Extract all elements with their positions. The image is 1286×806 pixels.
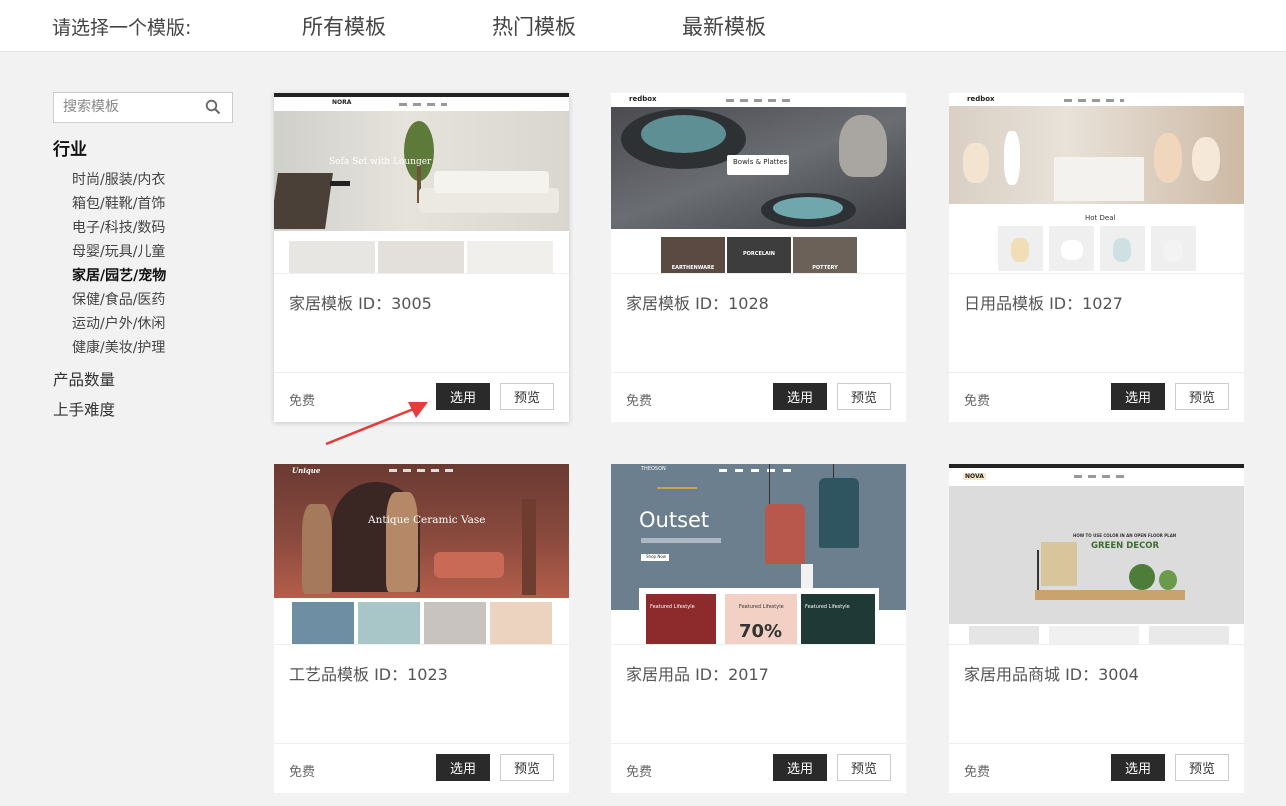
template-select-prompt: 请选择一个模版: <box>52 17 192 39</box>
thumb-category-label: POTTERY <box>812 265 838 271</box>
template-title: 家居模板 ID：3005 <box>289 294 432 313</box>
use-template-button[interactable]: 选用 <box>773 383 827 410</box>
thumb-hero-text: GREEN DECOR <box>1091 541 1160 551</box>
use-template-button[interactable]: 选用 <box>773 754 827 781</box>
tab-all-templates[interactable]: 所有模板 <box>302 11 386 41</box>
tab-hot-templates[interactable]: 热门模板 <box>492 11 576 41</box>
top-bar: 请选择一个模版: 所有模板 热门模板 最新模板 <box>0 0 1286 52</box>
template-price: 免费 <box>964 394 991 409</box>
template-thumbnail[interactable]: NOVA HOW TO USE COLOR IN AN OPEN FLOOR P… <box>949 464 1244 645</box>
template-card[interactable]: redbox Bowls & Plattes EARTHENWARE PORCE… <box>611 93 906 422</box>
template-price: 免费 <box>626 765 653 780</box>
thumb-hero-text: Sofa Set with Lounger <box>329 157 432 167</box>
search-icon[interactable] <box>205 99 221 115</box>
industry-heading: 行业 <box>53 140 87 160</box>
preview-template-button[interactable]: 预览 <box>1175 754 1229 781</box>
preview-template-button[interactable]: 预览 <box>500 383 554 410</box>
preview-template-button[interactable]: 预览 <box>1175 383 1229 410</box>
search-box <box>53 92 233 123</box>
template-title: 工艺品模板 ID：1023 <box>289 665 448 684</box>
template-price: 免费 <box>289 394 316 409</box>
thumb-category-label: EARTHENWARE <box>671 265 715 271</box>
thumb-logo: redbox <box>629 95 657 103</box>
template-price: 免费 <box>964 765 991 780</box>
template-title: 日用品模板 ID：1027 <box>964 294 1123 313</box>
annotation-arrow-icon <box>325 402 428 446</box>
industry-item-health-food[interactable]: 保健/食品/医药 <box>72 288 233 312</box>
template-card[interactable]: NORA Sofa Set with Lounger 家居模板 ID：3005 … <box>274 93 569 422</box>
industry-item-home-garden[interactable]: 家居/园艺/宠物 <box>72 264 233 288</box>
preview-template-button[interactable]: 预览 <box>500 754 554 781</box>
industry-item-sports[interactable]: 运动/户外/休闲 <box>72 312 233 336</box>
industry-item-electronics[interactable]: 电子/科技/数码 <box>72 216 233 240</box>
thumb-hero-text: Bowls & Plattes <box>733 158 788 166</box>
industry-list: 时尚/服装/内衣 箱包/鞋靴/首饰 电子/科技/数码 母婴/玩具/儿童 家居/园… <box>72 168 233 360</box>
thumb-category-label: PORCELAIN <box>743 251 775 257</box>
sidebar: 行业 时尚/服装/内衣 箱包/鞋靴/首饰 电子/科技/数码 母婴/玩具/儿童 家… <box>53 92 233 423</box>
thumb-promo-label: Featured Lifestyle <box>805 604 850 610</box>
filter-difficulty[interactable]: 上手难度 <box>53 398 233 423</box>
thumb-hero-text: Antique Ceramic Vase <box>368 514 486 526</box>
industry-item-baby-toys[interactable]: 母婴/玩具/儿童 <box>72 240 233 264</box>
thumb-promo-discount: 70% <box>739 621 783 642</box>
industry-item-fashion[interactable]: 时尚/服装/内衣 <box>72 168 233 192</box>
filter-product-count[interactable]: 产品数量 <box>53 368 233 393</box>
thumb-logo: redbox <box>967 95 995 103</box>
search-input[interactable] <box>54 93 203 120</box>
thumb-hero-small: HOW TO USE COLOR IN AN OPEN FLOOR PLAN <box>1073 533 1177 538</box>
thumb-button-label: Shop Now <box>646 554 667 559</box>
use-template-button[interactable]: 选用 <box>436 383 490 410</box>
thumb-hero-text: Outset <box>639 508 710 532</box>
template-thumbnail[interactable]: redbox Bowls & Plattes EARTHENWARE PORCE… <box>611 93 906 274</box>
use-template-button[interactable]: 选用 <box>1111 383 1165 410</box>
thumb-logo: Unique <box>292 466 321 475</box>
use-template-button[interactable]: 选用 <box>436 754 490 781</box>
thumb-logo: NOVA <box>963 473 986 480</box>
template-thumbnail[interactable]: Unique Antique Ceramic Vase <box>274 464 569 645</box>
template-thumbnail[interactable]: THEOSON Outset Shop Now Featured Lifesty… <box>611 464 906 645</box>
template-title: 家居用品 ID：2017 <box>626 665 769 684</box>
preview-template-button[interactable]: 预览 <box>837 754 891 781</box>
thumb-logo: NORA <box>332 99 352 106</box>
template-card[interactable]: NOVA HOW TO USE COLOR IN AN OPEN FLOOR P… <box>949 464 1244 793</box>
thumb-logo: THEOSON <box>641 466 666 472</box>
template-thumbnail[interactable]: redbox Hot Deal <box>949 93 1244 274</box>
template-card[interactable]: Unique Antique Ceramic Vase 工艺品模板 ID：102… <box>274 464 569 793</box>
industry-item-beauty[interactable]: 健康/美妆/护理 <box>72 336 233 360</box>
template-title: 家居用品商城 ID：3004 <box>964 665 1139 684</box>
use-template-button[interactable]: 选用 <box>1111 754 1165 781</box>
template-card[interactable]: THEOSON Outset Shop Now Featured Lifesty… <box>611 464 906 793</box>
tab-new-templates[interactable]: 最新模板 <box>682 11 766 41</box>
industry-item-bags-shoes[interactable]: 箱包/鞋靴/首饰 <box>72 192 233 216</box>
thumb-promo-label: Featured Lifestyle <box>650 604 695 610</box>
template-thumbnail[interactable]: NORA Sofa Set with Lounger <box>274 93 569 274</box>
thumb-section-label: Hot Deal <box>1085 214 1116 222</box>
template-price: 免费 <box>289 765 316 780</box>
preview-template-button[interactable]: 预览 <box>837 383 891 410</box>
template-card[interactable]: redbox Hot Deal 日用品模板 ID：1027 免费 选用 预览 <box>949 93 1244 422</box>
template-title: 家居模板 ID：1028 <box>626 294 769 313</box>
thumb-promo-label: Featured Lifestyle <box>739 604 784 610</box>
template-price: 免费 <box>626 394 653 409</box>
